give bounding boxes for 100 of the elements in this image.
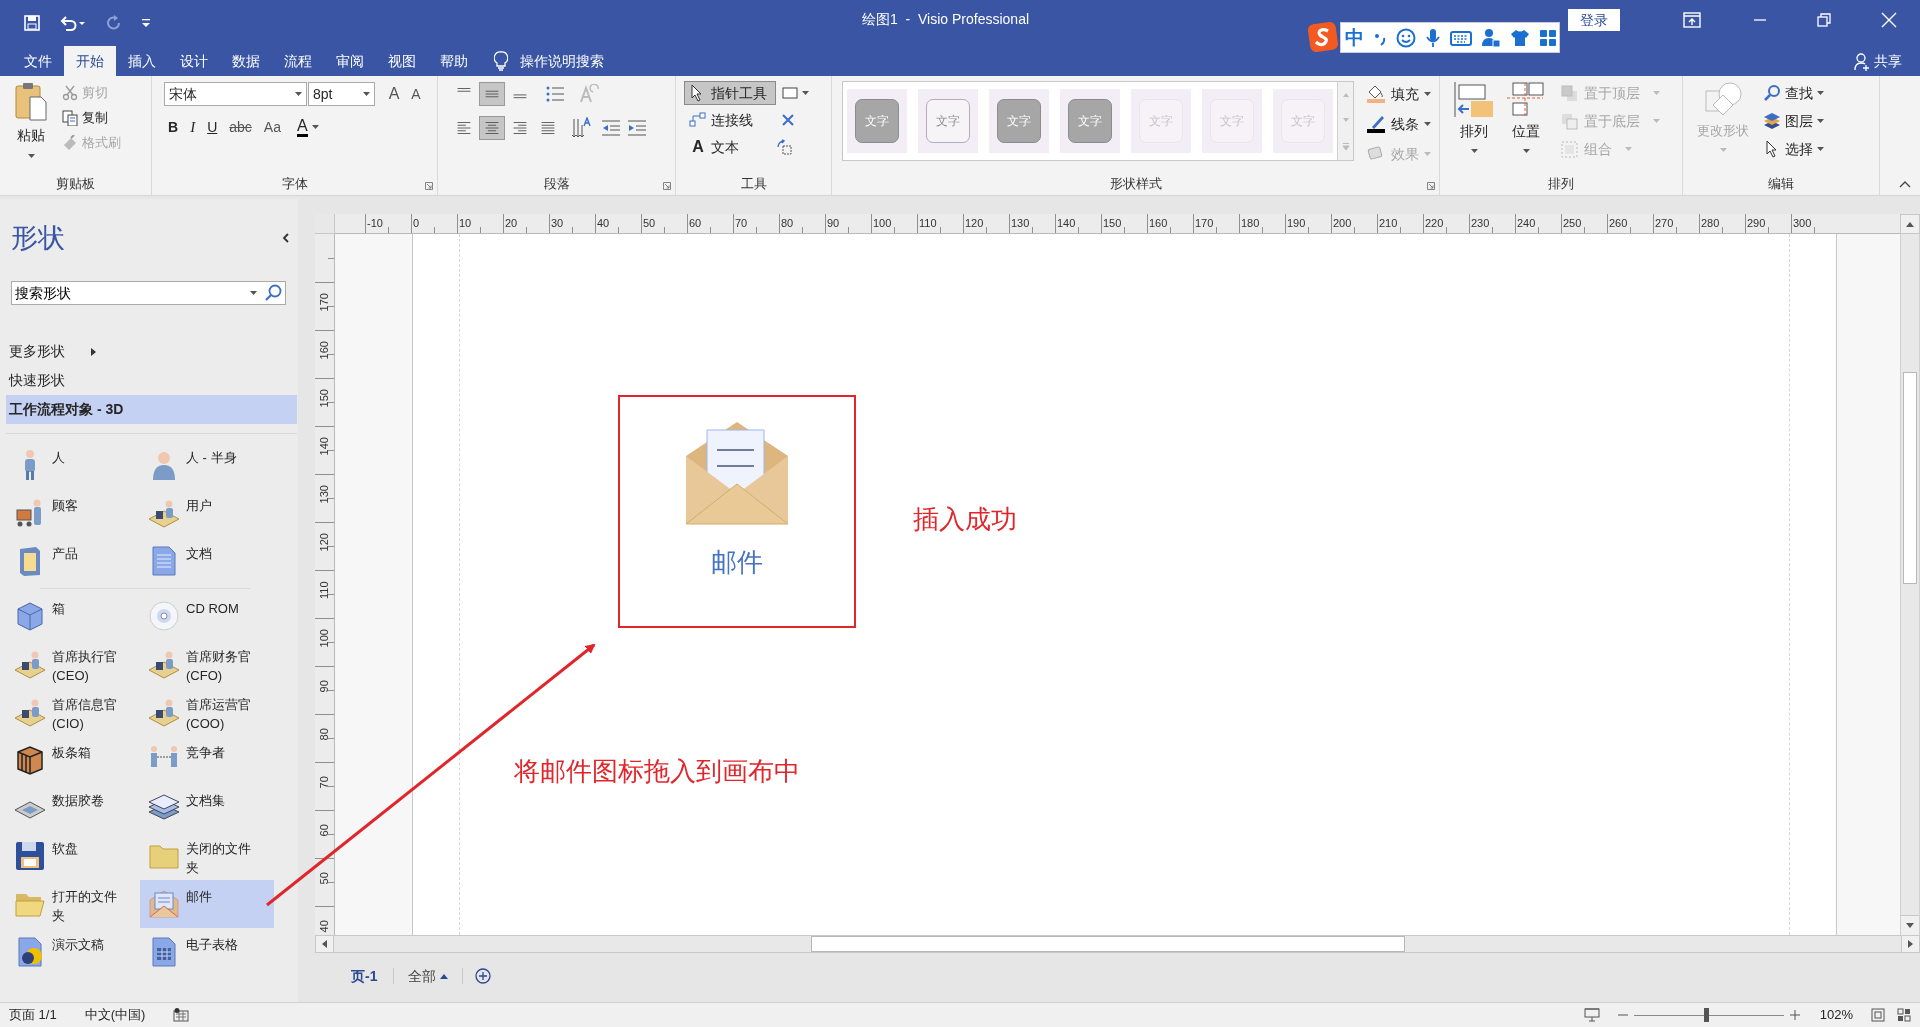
font-style-button[interactable]: I xyxy=(190,116,196,139)
grow-font-button[interactable]: A xyxy=(383,82,405,106)
menu-tab[interactable]: 审阅 xyxy=(324,46,376,76)
shape-stencil-item[interactable]: 人 - 半身 xyxy=(140,441,274,489)
shape-stencil-item[interactable]: 关闭的文件夹 xyxy=(140,832,274,880)
clipboard-action[interactable]: 复制 xyxy=(62,108,121,128)
close-icon[interactable] xyxy=(1881,12,1897,28)
lightbulb-icon[interactable] xyxy=(494,51,508,71)
zoom-level[interactable]: 102% xyxy=(1819,1005,1853,1025)
font-style-button[interactable]: Aa xyxy=(263,116,281,138)
all-pages-button[interactable]: 全部 xyxy=(394,965,463,987)
keyboard-icon[interactable] xyxy=(1450,29,1472,46)
stencil-nav-item[interactable]: 工作流程对象 - 3D xyxy=(6,395,297,424)
presentation-mode-icon[interactable] xyxy=(1583,1008,1600,1022)
shape-stencil-item[interactable]: 产品 xyxy=(6,537,140,585)
shape-stencil-item[interactable]: 首席运营官 (COO) xyxy=(140,688,274,736)
ime-logo-icon[interactable] xyxy=(1308,22,1338,52)
menu-tab[interactable]: 帮助 xyxy=(428,46,480,76)
editing-option-button[interactable]: 查找 xyxy=(1763,81,1824,105)
mail-shape[interactable]: 邮件 xyxy=(664,420,810,582)
dialog-launcher-icon[interactable] xyxy=(663,182,671,190)
shape-stencil-item[interactable]: 文档 xyxy=(140,537,274,585)
decrease-indent-icon[interactable] xyxy=(601,119,621,137)
tool-button[interactable]: A 文本 xyxy=(684,135,748,159)
menu-tab[interactable]: 视图 xyxy=(376,46,428,76)
page-indicator[interactable]: 页面 1/1 xyxy=(9,1005,57,1025)
shape-stencil-item[interactable]: 打开的文件夹 xyxy=(6,880,140,928)
shape-stencil-item[interactable]: 电子表格 xyxy=(140,928,274,976)
grid-icon[interactable] xyxy=(1539,28,1557,47)
zoom-slider-thumb[interactable] xyxy=(1703,1008,1709,1022)
font-style-button[interactable]: U xyxy=(207,116,218,138)
delete-icon[interactable] xyxy=(782,114,794,126)
scrollbar-thumb[interactable] xyxy=(811,936,1405,952)
tool-button[interactable]: 指针工具 xyxy=(684,81,776,105)
share-button[interactable]: 共享 xyxy=(1854,51,1902,72)
editing-option-button[interactable]: 选择 xyxy=(1763,137,1824,161)
shirt-icon[interactable] xyxy=(1510,28,1530,47)
scroll-left-button[interactable] xyxy=(316,936,334,952)
menu-tab[interactable]: 数据 xyxy=(220,46,272,76)
scrollbar-thumb[interactable] xyxy=(1903,372,1917,584)
style-option-button[interactable]: 填充 xyxy=(1366,82,1431,106)
font-family-field[interactable]: 宋体 xyxy=(164,82,307,106)
gallery-scrollbar[interactable] xyxy=(1337,82,1353,160)
style-option-button[interactable]: 线条 xyxy=(1366,112,1431,136)
horizontal-scrollbar[interactable] xyxy=(315,935,1920,953)
shape-stencil-item[interactable]: 软盘 xyxy=(6,832,140,880)
search-field[interactable]: 搜索形状 xyxy=(11,281,286,305)
shape-stencil-item[interactable]: 数据胶卷 xyxy=(6,784,140,832)
menu-tab[interactable]: 开始 xyxy=(64,46,116,76)
scroll-right-button[interactable] xyxy=(1901,936,1919,952)
scroll-up-button[interactable] xyxy=(1900,214,1920,234)
add-page-icon[interactable] xyxy=(475,968,492,984)
shape-stencil-item[interactable]: 演示文稿 xyxy=(6,928,140,976)
text-direction-icon[interactable] xyxy=(571,117,593,139)
editing-option-button[interactable]: 图层 xyxy=(1763,109,1824,133)
rectangle-tool-icon[interactable] xyxy=(782,87,798,99)
shape-stencil-item[interactable]: 箱 xyxy=(6,592,140,640)
menu-tab[interactable]: 文件 xyxy=(12,46,64,76)
font-size-field[interactable]: 8pt xyxy=(308,82,375,106)
language-indicator[interactable]: 中文(中国) xyxy=(84,1005,146,1025)
shape-stencil-item[interactable]: 首席信息官 (CIO) xyxy=(6,688,140,736)
shape-stencil-item[interactable]: CD ROM xyxy=(140,592,274,640)
menu-tab[interactable]: 设计 xyxy=(168,46,220,76)
stencil-nav-item[interactable]: 快速形状 xyxy=(6,366,297,395)
shape-stencil-item[interactable]: 人 xyxy=(6,441,140,489)
macro-record-icon[interactable] xyxy=(173,1008,190,1022)
increase-indent-icon[interactable] xyxy=(627,119,647,137)
shrink-font-button[interactable]: A xyxy=(405,83,427,105)
dialog-launcher-icon[interactable] xyxy=(425,182,433,190)
tell-me-search[interactable]: 操作说明搜索 xyxy=(520,50,604,72)
collapse-panel-icon[interactable] xyxy=(282,233,290,243)
menu-tab[interactable]: 流程 xyxy=(272,46,324,76)
tool-button[interactable]: 连接线 xyxy=(684,108,762,132)
microphone-icon[interactable] xyxy=(1425,27,1441,48)
switch-window-icon[interactable] xyxy=(1897,1008,1911,1022)
paste-button[interactable]: 粘贴 xyxy=(8,81,54,173)
shape-stencil-item[interactable]: 顾客 xyxy=(6,489,140,537)
input-mode-toggle[interactable]: 中 xyxy=(1345,28,1364,47)
page-tab[interactable]: 页-1 xyxy=(335,961,394,991)
fit-page-icon[interactable] xyxy=(1871,1008,1885,1022)
font-color-button[interactable]: A xyxy=(296,117,319,137)
undo-icon[interactable] xyxy=(60,15,86,31)
emoji-icon[interactable] xyxy=(1396,27,1416,48)
arrange-large-button[interactable]: 排列 xyxy=(1448,81,1500,173)
customize-toolbar-icon[interactable] xyxy=(142,19,150,27)
login-button[interactable]: 登录 xyxy=(1568,9,1620,31)
stencil-nav-item[interactable]: 更多形状 xyxy=(6,337,297,366)
shape-stencil-item[interactable]: 邮件 xyxy=(140,880,274,928)
shape-stencil-item[interactable]: 首席财务官 (CFO) xyxy=(140,640,274,688)
dialog-launcher-icon[interactable] xyxy=(1427,182,1435,190)
shape-stencil-item[interactable]: 板条箱 xyxy=(6,736,140,784)
search-icon[interactable] xyxy=(264,284,282,302)
vertical-align-icon[interactable] xyxy=(479,82,505,106)
shape-stencil-item[interactable]: 用户 xyxy=(140,489,274,537)
arrange-large-button[interactable]: 位置 xyxy=(1500,81,1552,173)
collapse-ribbon-icon[interactable] xyxy=(1899,180,1911,188)
ribbon-display-icon[interactable] xyxy=(1683,12,1701,28)
font-style-button[interactable]: B xyxy=(168,116,179,138)
vertical-scrollbar[interactable] xyxy=(1900,234,1920,935)
shape-stencil-item[interactable]: 竞争者 xyxy=(140,736,274,784)
